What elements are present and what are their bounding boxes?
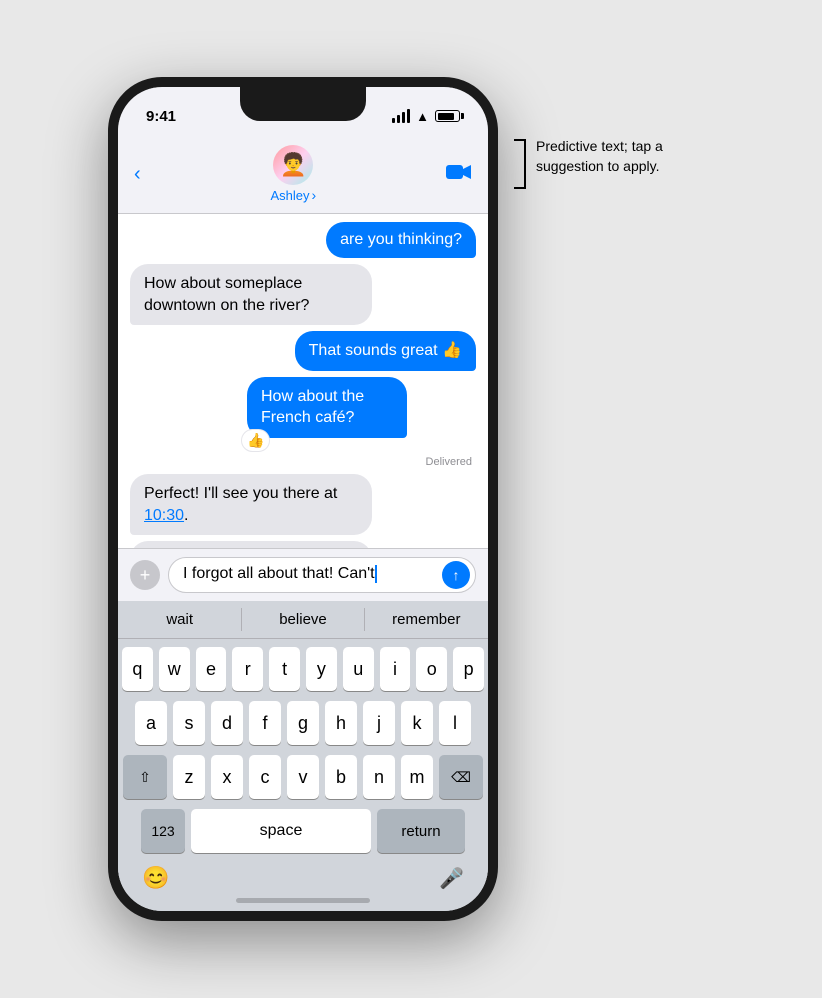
send-button[interactable]: ↑ bbox=[442, 561, 470, 589]
key-z[interactable]: z bbox=[173, 755, 205, 799]
input-area: + I forgot all about that! Can't ↑ bbox=[118, 548, 488, 601]
message-text: How about someplace downtown on the rive… bbox=[144, 275, 309, 314]
delete-key[interactable]: ⌫ bbox=[439, 755, 483, 799]
video-call-button[interactable] bbox=[446, 161, 472, 187]
key-y[interactable]: y bbox=[306, 647, 337, 691]
key-v[interactable]: v bbox=[287, 755, 319, 799]
back-button[interactable]: ‹ bbox=[134, 164, 141, 184]
microphone-button[interactable]: 🎤 bbox=[439, 866, 464, 891]
message-text: Perfect! I'll see you there at 10:30. bbox=[144, 485, 337, 524]
space-key[interactable]: space bbox=[191, 809, 371, 853]
key-m[interactable]: m bbox=[401, 755, 433, 799]
key-j[interactable]: j bbox=[363, 701, 395, 745]
messages-area: are you thinking? How about someplace do… bbox=[118, 214, 488, 548]
message-bubble: How about someplace downtown on the rive… bbox=[130, 264, 372, 325]
phone-frame: 9:41 ▲ ‹ bbox=[108, 77, 498, 921]
status-icons: ▲ bbox=[392, 109, 460, 124]
message-bubble: That sounds great 👍 bbox=[295, 331, 476, 371]
message-input[interactable]: I forgot all about that! Can't ↑ bbox=[168, 557, 476, 593]
message-bubble: Perfect! I'll see you there at 10:30. bbox=[130, 474, 372, 535]
list-item: That sounds great 👍 bbox=[130, 331, 476, 371]
key-e[interactable]: e bbox=[196, 647, 227, 691]
add-button[interactable]: + bbox=[130, 560, 160, 590]
list-item: Remind me to tell you about our trip to … bbox=[130, 541, 476, 548]
key-d[interactable]: d bbox=[211, 701, 243, 745]
avatar: 🧑‍🦱 bbox=[273, 145, 313, 185]
delivered-label: Delivered bbox=[426, 456, 476, 468]
predictive-word-3[interactable]: remember bbox=[365, 601, 488, 638]
key-o[interactable]: o bbox=[416, 647, 447, 691]
key-q[interactable]: q bbox=[122, 647, 153, 691]
key-l[interactable]: l bbox=[439, 701, 471, 745]
predictive-bar: wait believe remember bbox=[118, 601, 488, 639]
battery-icon bbox=[435, 110, 460, 122]
key-u[interactable]: u bbox=[343, 647, 374, 691]
notch bbox=[240, 87, 366, 121]
key-g[interactable]: g bbox=[287, 701, 319, 745]
key-row-3: ⇧ z x c v b n m ⌫ bbox=[122, 755, 484, 799]
list-item: How about the French café? 👍 Delivered bbox=[130, 377, 476, 468]
key-p[interactable]: p bbox=[453, 647, 484, 691]
key-k[interactable]: k bbox=[401, 701, 433, 745]
key-w[interactable]: w bbox=[159, 647, 190, 691]
key-i[interactable]: i bbox=[380, 647, 411, 691]
status-time: 9:41 bbox=[146, 108, 176, 125]
message-bubble: Remind me to tell you about our trip to … bbox=[130, 541, 372, 548]
keyboard: wait believe remember q w e r t y u bbox=[118, 601, 488, 911]
key-h[interactable]: h bbox=[325, 701, 357, 745]
wifi-icon: ▲ bbox=[416, 109, 429, 124]
annotation-text: Predictive text; tap a suggestion to app… bbox=[536, 137, 714, 176]
key-b[interactable]: b bbox=[325, 755, 357, 799]
home-indicator bbox=[236, 898, 370, 903]
messages-list: are you thinking? How about someplace do… bbox=[118, 214, 488, 548]
key-rows: q w e r t y u i o p a s bbox=[118, 639, 488, 857]
cursor bbox=[375, 565, 377, 583]
shift-key[interactable]: ⇧ bbox=[123, 755, 167, 799]
message-text: How about the French café? bbox=[261, 388, 364, 427]
key-row-1: q w e r t y u i o p bbox=[122, 647, 484, 691]
annotation-bracket bbox=[514, 139, 526, 189]
key-n[interactable]: n bbox=[363, 755, 395, 799]
key-c[interactable]: c bbox=[249, 755, 281, 799]
predictive-word-2[interactable]: believe bbox=[241, 601, 364, 638]
predictive-word-1[interactable]: wait bbox=[118, 601, 241, 638]
input-text: I forgot all about that! Can't bbox=[183, 565, 377, 582]
time-link[interactable]: 10:30 bbox=[144, 507, 184, 524]
numbers-key[interactable]: 123 bbox=[141, 809, 185, 853]
nav-center: 🧑‍🦱 Ashley › bbox=[270, 145, 316, 203]
message-text: That sounds great 👍 bbox=[309, 342, 462, 359]
key-row-4: 123 space return bbox=[122, 809, 484, 853]
back-chevron-icon: ‹ bbox=[134, 164, 141, 184]
key-a[interactable]: a bbox=[135, 701, 167, 745]
return-key[interactable]: return bbox=[377, 809, 465, 853]
key-r[interactable]: r bbox=[232, 647, 263, 691]
contact-chevron-icon: › bbox=[312, 187, 317, 203]
send-icon: ↑ bbox=[453, 567, 460, 583]
reaction-badge: 👍 bbox=[241, 429, 270, 452]
reaction-wrapper: How about the French café? 👍 bbox=[247, 377, 476, 438]
key-s[interactable]: s bbox=[173, 701, 205, 745]
add-icon: + bbox=[140, 565, 151, 586]
key-t[interactable]: t bbox=[269, 647, 300, 691]
list-item: How about someplace downtown on the rive… bbox=[130, 264, 476, 325]
message-bubble: are you thinking? bbox=[326, 222, 476, 258]
key-f[interactable]: f bbox=[249, 701, 281, 745]
contact-name[interactable]: Ashley › bbox=[270, 187, 316, 203]
emoji-button[interactable]: 😊 bbox=[142, 865, 169, 891]
message-text: are you thinking? bbox=[340, 231, 462, 248]
signal-icon bbox=[392, 109, 410, 123]
list-item: are you thinking? bbox=[130, 222, 476, 258]
key-row-2: a s d f g h j k l bbox=[122, 701, 484, 745]
nav-header: ‹ 🧑‍🦱 Ashley › bbox=[118, 137, 488, 214]
annotation: Predictive text; tap a suggestion to app… bbox=[514, 137, 714, 189]
list-item: Perfect! I'll see you there at 10:30. bbox=[130, 474, 476, 535]
message-bubble: How about the French café? bbox=[247, 377, 407, 438]
key-x[interactable]: x bbox=[211, 755, 243, 799]
